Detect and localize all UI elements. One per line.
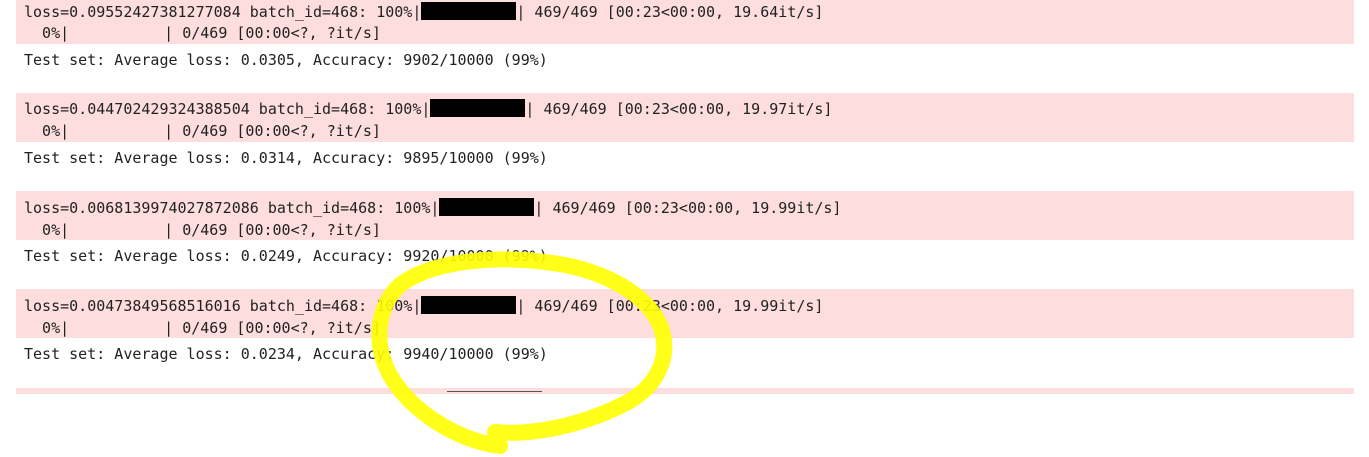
- progress-suffix: | 469/469 [00:23<00:00, 19.99it/s]: [516, 297, 824, 315]
- progress-bar-fill: [439, 198, 535, 216]
- progress-bar-fill: [421, 2, 517, 20]
- next-prefix: 0%|: [24, 221, 70, 239]
- progress-line: loss=0.044702429324388504 batch_id=468: …: [24, 99, 832, 118]
- next-suffix: | 0/469 [00:00<?, ?it/s]: [164, 24, 381, 42]
- progress-prefix: loss=0.044702429324388504 batch_id=468: …: [24, 100, 431, 118]
- test-result-line: Test set: Average loss: 0.0234, Accuracy…: [24, 345, 548, 363]
- next-prefix: 0%|: [24, 122, 70, 140]
- next-suffix: | 0/469 [00:00<?, ?it/s]: [164, 221, 381, 239]
- progress-line: loss=0.0068139974027872086 batch_id=468:…: [24, 198, 841, 217]
- progress-output-4: loss=0.00473849568516016 batch_id=468: 1…: [16, 289, 1354, 338]
- progress-bar-underline: [447, 391, 542, 392]
- progress-output-5: [16, 388, 1354, 394]
- next-suffix: | 0/469 [00:00<?, ?it/s]: [164, 319, 381, 337]
- progress-suffix: | 469/469 [00:23<00:00, 19.97it/s]: [525, 100, 833, 118]
- next-progress-line: 0%| | 0/469 [00:00<?, ?it/s]: [24, 121, 381, 140]
- progress-bar-empty: [69, 121, 164, 139]
- progress-prefix: loss=0.09552427381277084 batch_id=468: 1…: [24, 3, 422, 21]
- progress-prefix: loss=0.00473849568516016 batch_id=468: 1…: [24, 297, 422, 315]
- next-prefix: 0%|: [24, 24, 70, 42]
- next-progress-line: 0%| | 0/469 [00:00<?, ?it/s]: [24, 23, 381, 42]
- progress-bar-empty: [69, 318, 164, 336]
- progress-output-1: loss=0.09552427381277084 batch_id=468: 1…: [16, 0, 1354, 44]
- progress-bar-empty: [69, 23, 164, 41]
- test-result-line: Test set: Average loss: 0.0305, Accuracy…: [24, 51, 548, 69]
- progress-bar-empty: [69, 220, 164, 238]
- progress-suffix: | 469/469 [00:23<00:00, 19.99it/s]: [534, 199, 842, 217]
- next-prefix: 0%|: [24, 319, 70, 337]
- test-result-line: Test set: Average loss: 0.0314, Accuracy…: [24, 149, 548, 167]
- progress-bar-fill: [421, 296, 517, 314]
- progress-line: loss=0.00473849568516016 batch_id=468: 1…: [24, 296, 823, 315]
- next-progress-line: 0%| | 0/469 [00:00<?, ?it/s]: [24, 318, 381, 337]
- next-progress-line: 0%| | 0/469 [00:00<?, ?it/s]: [24, 220, 381, 239]
- progress-output-3: loss=0.0068139974027872086 batch_id=468:…: [16, 191, 1354, 240]
- progress-prefix: loss=0.0068139974027872086 batch_id=468:…: [24, 199, 440, 217]
- progress-line: loss=0.09552427381277084 batch_id=468: 1…: [24, 2, 823, 21]
- progress-output-2: loss=0.044702429324388504 batch_id=468: …: [16, 93, 1354, 142]
- progress-bar-fill: [430, 99, 526, 117]
- next-suffix: | 0/469 [00:00<?, ?it/s]: [164, 122, 381, 140]
- progress-suffix: | 469/469 [00:23<00:00, 19.64it/s]: [516, 3, 824, 21]
- test-result-line: Test set: Average loss: 0.0249, Accuracy…: [24, 247, 548, 265]
